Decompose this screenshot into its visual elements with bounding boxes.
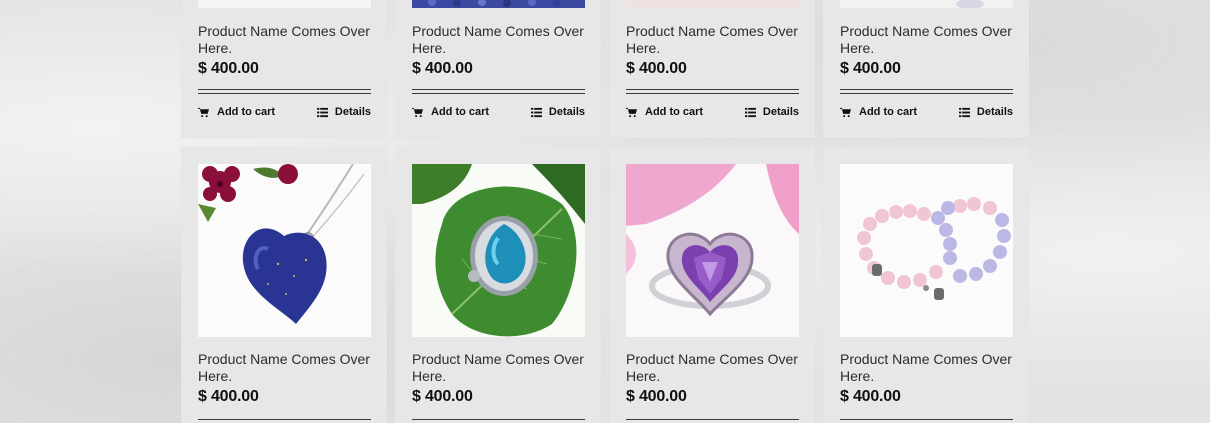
product-card: Product Name Comes Over Here. $ 400.00 xyxy=(181,147,387,423)
product-image[interactable] xyxy=(626,0,799,8)
divider xyxy=(626,93,799,94)
shopping-cart-icon xyxy=(626,107,637,117)
turquoise-ring-on-leaf-image xyxy=(412,164,585,337)
product-price: $ 400.00 xyxy=(626,60,687,77)
list-icon xyxy=(530,107,542,117)
divider xyxy=(412,93,585,94)
details-button[interactable]: Details xyxy=(958,106,1013,118)
product-name[interactable]: Product Name Comes Over Here. xyxy=(412,23,587,56)
divider xyxy=(626,89,799,90)
details-label: Details xyxy=(976,106,1013,118)
list-icon xyxy=(958,107,970,117)
shopping-cart-icon xyxy=(412,107,423,117)
pastel-bead-bracelets-image xyxy=(840,164,1013,337)
product-price: $ 400.00 xyxy=(840,60,901,77)
product-price: $ 400.00 xyxy=(412,388,473,405)
divider xyxy=(198,93,371,94)
divider xyxy=(198,419,371,420)
product-name[interactable]: Product Name Comes Over Here. xyxy=(626,23,801,56)
divider xyxy=(840,89,1013,90)
product-name[interactable]: Product Name Comes Over Here. xyxy=(840,23,1015,56)
product-card: Product Name Comes Over Here. $ 400.00 xyxy=(823,147,1029,423)
product-actions: Add to cart Details xyxy=(626,106,799,120)
add-to-cart-label: Add to cart xyxy=(217,106,276,118)
amethyst-heart-ring-image xyxy=(626,164,799,337)
details-button[interactable]: Details xyxy=(316,106,371,118)
divider xyxy=(840,419,1013,420)
product-name[interactable]: Product Name Comes Over Here. xyxy=(198,23,373,56)
product-card: Product Name Comes Over Here. $ 400.00 A… xyxy=(823,0,1029,138)
divider xyxy=(412,89,585,90)
details-label: Details xyxy=(548,106,585,118)
add-to-cart-label: Add to cart xyxy=(645,106,704,118)
product-price: $ 400.00 xyxy=(626,388,687,405)
product-image[interactable] xyxy=(198,0,371,8)
product-image[interactable] xyxy=(840,164,1013,337)
product-image[interactable] xyxy=(626,164,799,337)
details-button[interactable]: Details xyxy=(744,106,799,118)
product-actions: Add to cart Details xyxy=(198,106,371,120)
add-to-cart-label: Add to cart xyxy=(431,106,490,118)
product-card: Product Name Comes Over Here. $ 400.00 A… xyxy=(395,0,601,138)
product-price: $ 400.00 xyxy=(412,60,473,77)
add-to-cart-button[interactable]: Add to cart xyxy=(412,106,489,118)
product-name[interactable]: Product Name Comes Over Here. xyxy=(198,351,373,384)
product-price: $ 400.00 xyxy=(198,60,259,77)
list-icon xyxy=(744,107,756,117)
product-grid: Product Name Comes Over Here. $ 400.00 A… xyxy=(181,0,1029,423)
add-to-cart-button[interactable]: Add to cart xyxy=(626,106,703,118)
product-card: Product Name Comes Over Here. $ 400.00 xyxy=(609,147,815,423)
shopping-cart-icon xyxy=(198,107,209,117)
shopping-cart-icon xyxy=(840,107,851,117)
list-icon xyxy=(316,107,328,117)
product-image[interactable] xyxy=(412,0,585,8)
product-actions: Add to cart Details xyxy=(412,106,585,120)
details-label: Details xyxy=(334,106,371,118)
product-name[interactable]: Product Name Comes Over Here. xyxy=(412,351,587,384)
product-image[interactable] xyxy=(840,0,1013,8)
add-to-cart-button[interactable]: Add to cart xyxy=(198,106,275,118)
details-label: Details xyxy=(762,106,799,118)
product-price: $ 400.00 xyxy=(198,388,259,405)
divider xyxy=(840,93,1013,94)
product-actions: Add to cart Details xyxy=(840,106,1013,120)
product-price: $ 400.00 xyxy=(840,388,901,405)
product-name[interactable]: Product Name Comes Over Here. xyxy=(626,351,801,384)
add-to-cart-button[interactable]: Add to cart xyxy=(840,106,917,118)
product-name[interactable]: Product Name Comes Over Here. xyxy=(840,351,1015,384)
product-card: Product Name Comes Over Here. $ 400.00 xyxy=(395,147,601,423)
divider xyxy=(412,419,585,420)
add-to-cart-label: Add to cart xyxy=(859,106,918,118)
divider xyxy=(626,419,799,420)
product-image[interactable] xyxy=(198,164,371,337)
product-image[interactable] xyxy=(412,164,585,337)
product-card: Product Name Comes Over Here. $ 400.00 A… xyxy=(609,0,815,138)
details-button[interactable]: Details xyxy=(530,106,585,118)
lapis-heart-pendant-image xyxy=(198,164,371,337)
divider xyxy=(198,89,371,90)
product-card: Product Name Comes Over Here. $ 400.00 A… xyxy=(181,0,387,138)
